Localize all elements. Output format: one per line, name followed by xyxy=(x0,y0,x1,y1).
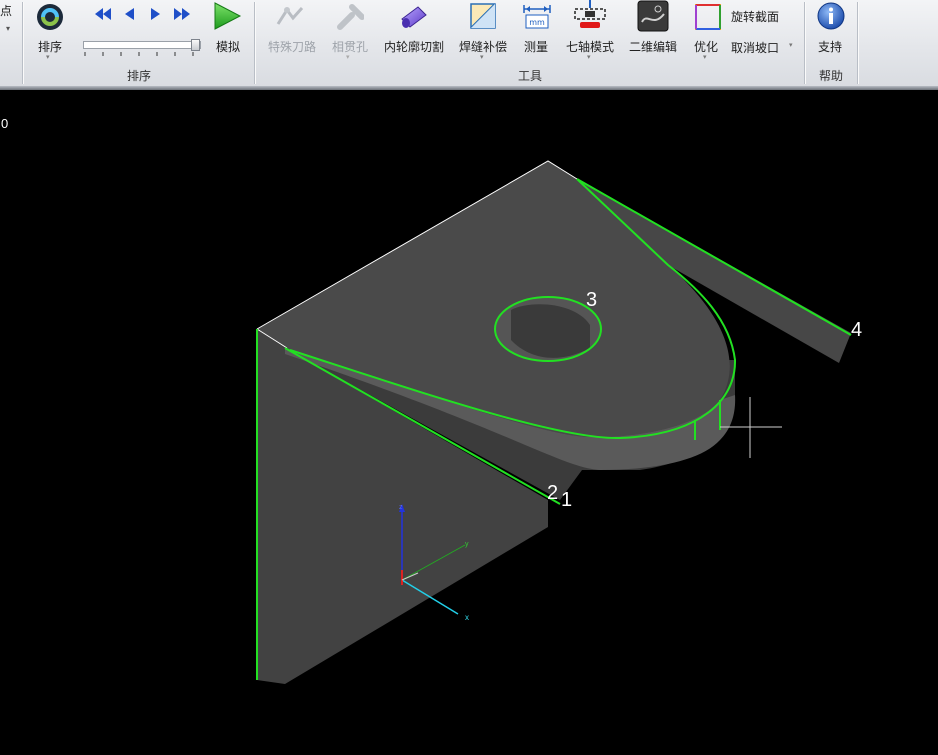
phase-hole-icon xyxy=(337,4,364,30)
group-separator xyxy=(254,2,255,84)
path-label-4: 4 xyxy=(851,319,862,341)
axis-label-z: z xyxy=(399,504,403,511)
info-icon[interactable] xyxy=(816,1,846,31)
cancel-bevel-dropdown-arrow[interactable]: ▾ xyxy=(789,41,793,49)
simulate-button[interactable]: 模拟 xyxy=(216,38,240,55)
inner-contour-cut-button[interactable]: 内轮廓切割 xyxy=(384,38,444,55)
sort-icon[interactable] xyxy=(35,2,65,32)
weld-compensation-icon[interactable] xyxy=(469,2,497,30)
previous-frame-icon[interactable] xyxy=(123,7,135,21)
path-label-2: 2 xyxy=(547,482,558,504)
simulation-progress-slider[interactable] xyxy=(83,39,201,59)
phase-hole-dropdown-arrow: ▾ xyxy=(346,53,350,61)
special-path-icon xyxy=(276,6,304,25)
inner-contour-cut-icon[interactable] xyxy=(398,3,430,31)
path-label-1: 1 xyxy=(561,489,572,511)
seven-axis-icon[interactable] xyxy=(573,0,607,30)
phase-hole-button: 相贯孔 xyxy=(332,40,369,54)
slider-track xyxy=(83,41,201,49)
3d-scene[interactable]: z y x 1 2 3 4 0 xyxy=(0,90,938,755)
slider-ticks xyxy=(84,52,194,56)
group-separator xyxy=(22,2,23,84)
slider-thumb[interactable] xyxy=(190,39,200,51)
mm-unit-label: mm xyxy=(529,18,545,27)
path-label-3: 3 xyxy=(586,289,597,311)
group-separator xyxy=(857,2,858,84)
ribbon-menu-arrow[interactable]: ▾ xyxy=(6,24,10,33)
group-label-tools: 工具 xyxy=(517,69,542,83)
edit-2d-icon[interactable] xyxy=(637,0,669,32)
axis-label-x: x xyxy=(465,613,469,622)
measure-button[interactable]: 测量 xyxy=(524,38,548,55)
sort-dropdown-arrow[interactable]: ▾ xyxy=(46,53,50,61)
cut-off-label: 点 xyxy=(0,4,13,18)
first-frame-icon[interactable] xyxy=(94,7,112,21)
sort-button[interactable]: 排序 xyxy=(38,38,62,55)
rotate-section-button[interactable]: 旋转截面 xyxy=(731,8,779,25)
optimize-icon[interactable] xyxy=(694,3,722,31)
axis-label-y: y xyxy=(465,541,469,548)
3d-viewport[interactable]: z y x 1 2 3 4 0 xyxy=(0,90,938,755)
cancel-bevel-button[interactable]: 取消坡口 xyxy=(731,39,779,56)
group-label-sort: 排序 xyxy=(126,69,151,83)
edit-2d-button[interactable]: 二维编辑 xyxy=(629,38,677,55)
optimize-dropdown-arrow[interactable]: ▾ xyxy=(703,53,707,61)
play-simulate-icon[interactable] xyxy=(212,1,242,31)
special-path-button: 特殊刀路 xyxy=(268,40,317,54)
last-frame-icon[interactable] xyxy=(173,7,191,21)
measure-icon[interactable]: mm xyxy=(522,2,552,30)
ribbon-toolbar: 点 ▾ 排序 ▾ 模拟 排序 特殊刀路 相贯孔 ▾ 内轮廓切割 焊缝补偿 ▾ m… xyxy=(0,0,938,87)
next-frame-icon[interactable] xyxy=(150,7,162,21)
weld-compensation-dropdown-arrow[interactable]: ▾ xyxy=(480,53,484,61)
seven-axis-dropdown-arrow[interactable]: ▾ xyxy=(587,53,591,61)
viewport-corner-label: 0 xyxy=(1,116,8,131)
group-label-help: 帮助 xyxy=(818,69,843,83)
support-button[interactable]: 支持 xyxy=(818,38,842,55)
